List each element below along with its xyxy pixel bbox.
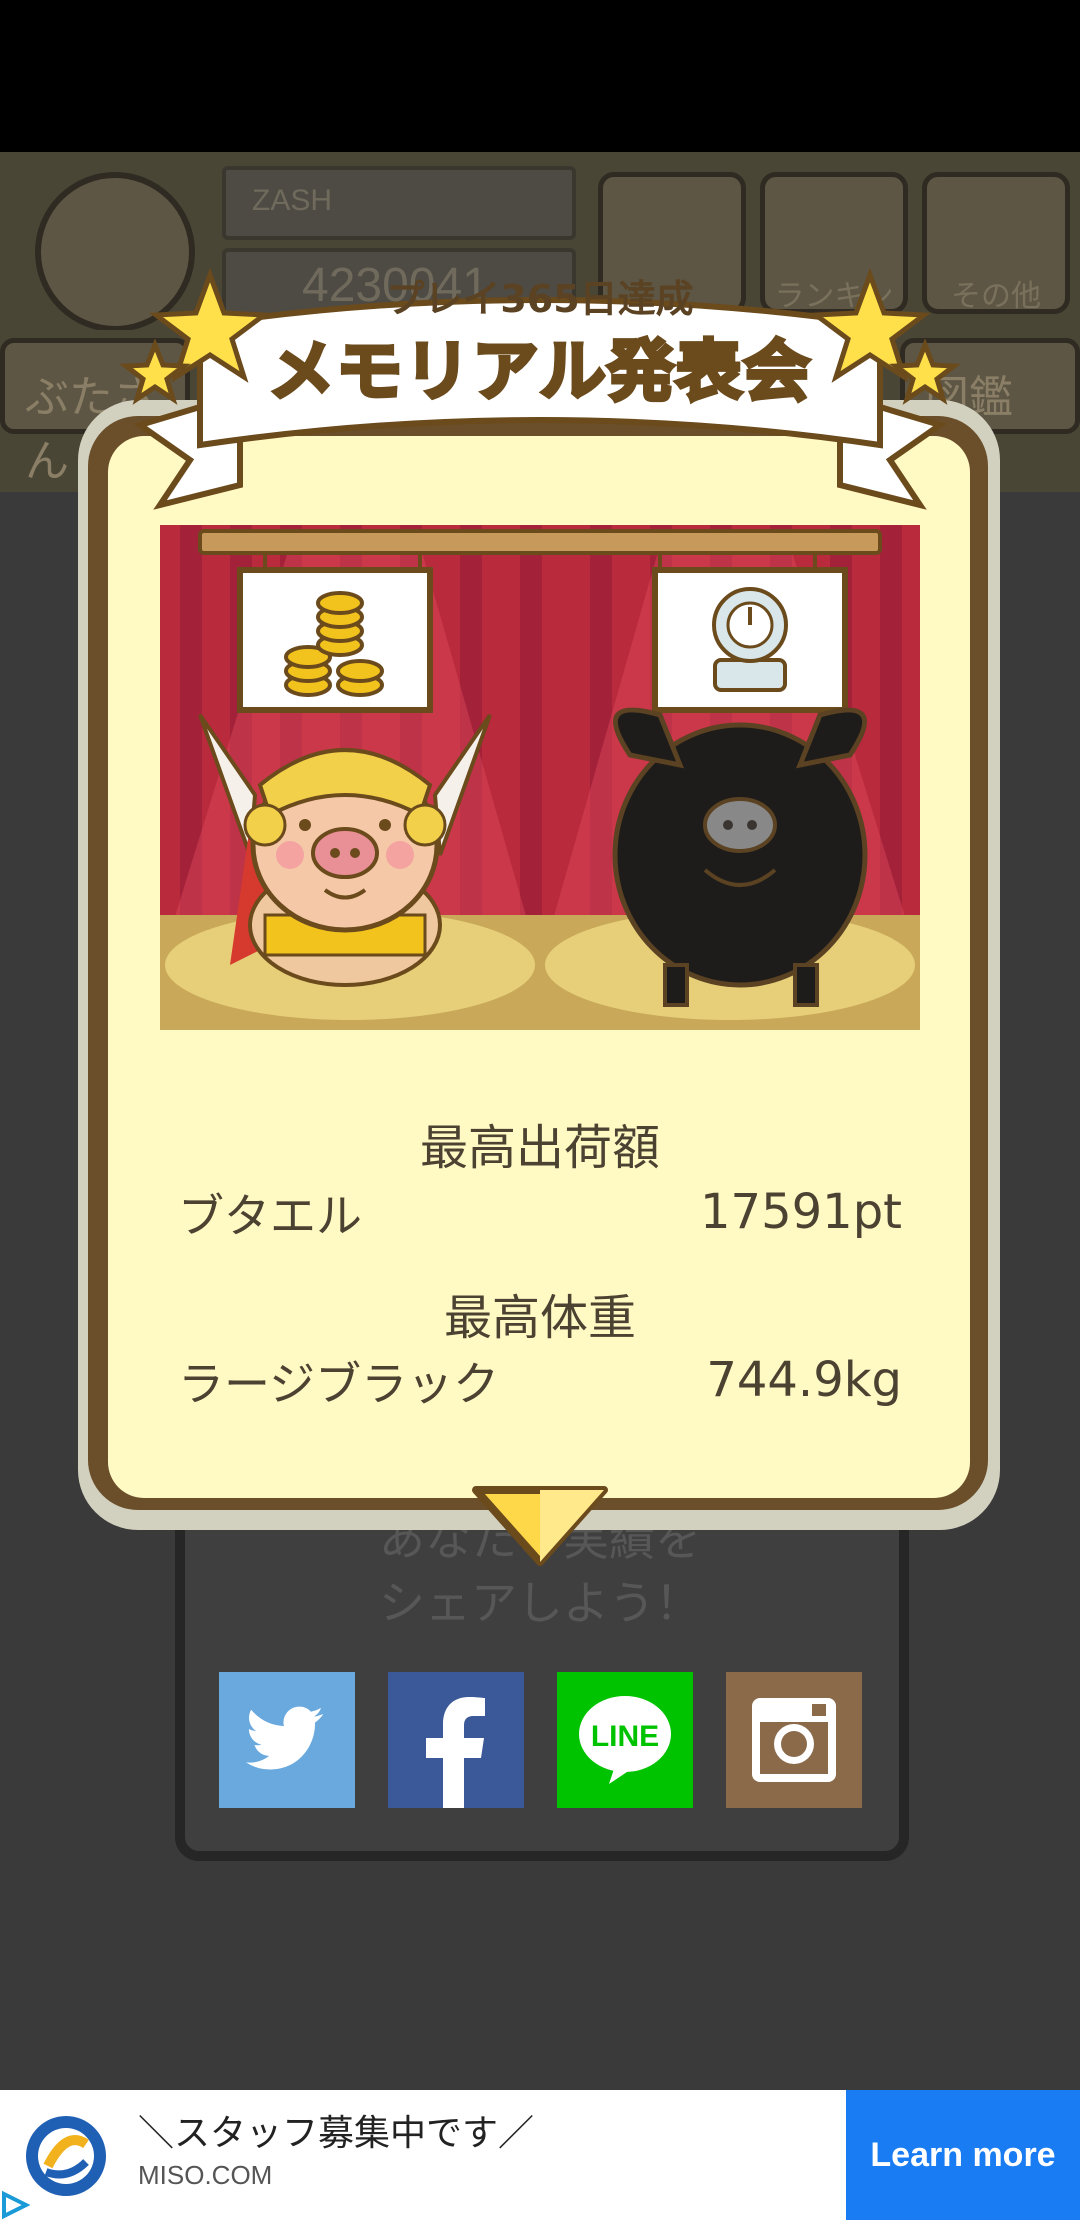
facebook-icon: [388, 1672, 524, 1808]
instagram-icon: [726, 1672, 862, 1808]
stat-name-max-weight: ラージブラック: [178, 1357, 500, 1411]
line-icon-label: LINE: [591, 1720, 659, 1753]
learn-more-button[interactable]: Learn more: [846, 2090, 1080, 2220]
line-share-button[interactable]: LINE: [557, 1672, 693, 1808]
ad-banner[interactable]: ＼スタッフ募集中です／ MISO.COM Learn more: [0, 2090, 1080, 2220]
stat-title-max-shipping: 最高出荷額: [419, 1120, 660, 1176]
advertiser-logo-icon: [26, 2116, 106, 2196]
status-bar: [0, 0, 1080, 152]
down-arrow-icon[interactable]: [470, 1484, 610, 1568]
ad-title: ＼スタッフ募集中です／: [138, 2113, 535, 2154]
ad-choices-icon[interactable]: [0, 2190, 30, 2220]
share-prompt-line2: シェアしよう！: [379, 1576, 701, 1630]
line-icon: LINE: [557, 1672, 693, 1808]
player-name: ZASH: [222, 166, 576, 240]
banner-title: メモリアル発表会: [266, 331, 812, 412]
facebook-share-button[interactable]: [388, 1672, 524, 1808]
banner-subtitle: プレイ365日達成: [386, 277, 694, 321]
instagram-share-button[interactable]: [726, 1672, 862, 1808]
stat-value-max-weight: 744.9kg: [706, 1352, 902, 1408]
ad-domain: MISO.COM: [138, 2160, 273, 2190]
twitter-icon: [219, 1672, 355, 1808]
stat-title-max-weight: 最高体重: [443, 1290, 636, 1346]
scale-icon: [712, 587, 788, 692]
stat-name-max-shipping: ブタエル: [178, 1189, 362, 1243]
twitter-share-button[interactable]: [219, 1672, 355, 1808]
stat-value-max-shipping: 17591pt: [700, 1184, 902, 1240]
stage-illustration: [160, 525, 920, 1030]
